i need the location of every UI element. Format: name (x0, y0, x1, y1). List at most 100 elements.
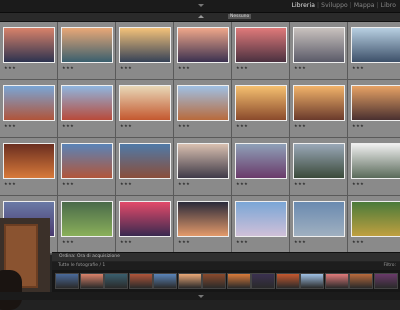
photo-cell[interactable]: ★★★ (174, 196, 232, 254)
star-rating[interactable]: ★★★ (120, 181, 132, 186)
star-rating[interactable]: ★★★ (120, 123, 132, 128)
photo-thumbnail[interactable] (120, 28, 170, 62)
filmstrip-thumbnail[interactable] (276, 274, 299, 288)
star-rating[interactable]: ★★★ (4, 181, 16, 186)
photo-cell[interactable]: ★★★ (116, 138, 174, 196)
photo-cell[interactable]: ★★★ (348, 138, 400, 196)
photo-thumbnail[interactable] (4, 86, 54, 120)
photo-cell[interactable]: ★★★ (290, 138, 348, 196)
star-rating[interactable]: ★★★ (178, 123, 190, 128)
photo-thumbnail[interactable] (352, 86, 400, 120)
filmstrip-thumbnail[interactable] (374, 274, 397, 288)
photo-thumbnail[interactable] (62, 202, 112, 236)
photo-cell[interactable]: ★★★ (174, 138, 232, 196)
module-libro[interactable]: Libro (381, 2, 396, 9)
star-rating[interactable]: ★★★ (294, 123, 306, 128)
photo-thumbnail[interactable] (120, 86, 170, 120)
photo-cell[interactable]: ★★★ (348, 80, 400, 138)
star-rating[interactable]: ★★★ (4, 65, 16, 70)
filmstrip-thumbnail[interactable] (178, 274, 201, 288)
photo-cell[interactable]: ★★★ (0, 22, 58, 80)
photo-thumbnail[interactable] (178, 86, 228, 120)
source-path[interactable]: Tutte le fotografie / 1 (58, 263, 105, 268)
photo-cell[interactable]: ★★★ (58, 196, 116, 254)
photo-thumbnail[interactable] (236, 202, 286, 236)
photo-cell[interactable]: ★★★ (290, 80, 348, 138)
photo-cell[interactable]: ★★★ (348, 196, 400, 254)
photo-thumbnail[interactable] (62, 86, 112, 120)
photo-thumbnail[interactable] (62, 28, 112, 62)
star-rating[interactable]: ★★★ (294, 65, 306, 70)
photo-thumbnail[interactable] (236, 28, 286, 62)
photo-cell[interactable]: ★★★ (116, 22, 174, 80)
photo-thumbnail[interactable] (236, 86, 286, 120)
photo-thumbnail[interactable] (294, 86, 344, 120)
photo-thumbnail[interactable] (352, 28, 400, 62)
photo-thumbnail[interactable] (294, 202, 344, 236)
photo-thumbnail[interactable] (178, 202, 228, 236)
star-rating[interactable]: ★★★ (62, 123, 74, 128)
photo-cell[interactable]: ★★★ (174, 22, 232, 80)
sort-label[interactable]: Ordina: Ora di acquisizione (59, 254, 120, 259)
photo-thumbnail[interactable] (178, 144, 228, 178)
module-libreria[interactable]: Libreria (292, 2, 315, 9)
star-rating[interactable]: ★★★ (294, 239, 306, 244)
photo-cell[interactable]: ★★★ (174, 80, 232, 138)
star-rating[interactable]: ★★★ (178, 239, 190, 244)
filmstrip-thumbnail[interactable] (350, 274, 372, 288)
filmstrip-thumbnail[interactable] (325, 274, 348, 288)
photo-cell[interactable]: ★★★ (348, 22, 400, 80)
photo-cell[interactable]: ★★★ (116, 80, 174, 138)
photo-thumbnail[interactable] (120, 202, 170, 236)
photo-thumbnail[interactable] (178, 28, 228, 62)
photo-cell[interactable]: ★★★ (232, 196, 290, 254)
star-rating[interactable]: ★★★ (62, 65, 74, 70)
filmstrip-thumbnail[interactable] (56, 274, 78, 288)
star-rating[interactable]: ★★★ (236, 181, 248, 186)
filmstrip-thumbnail[interactable] (154, 274, 176, 288)
module-mappa[interactable]: Mappa (354, 2, 375, 9)
photo-thumbnail[interactable] (236, 144, 286, 178)
star-rating[interactable]: ★★★ (62, 181, 74, 186)
filmstrip-thumbnail[interactable] (301, 274, 323, 288)
photo-thumbnail[interactable] (4, 144, 54, 178)
star-rating[interactable]: ★★★ (352, 239, 364, 244)
filter-preset-label[interactable]: Nessuno (228, 14, 252, 19)
star-rating[interactable]: ★★★ (178, 65, 190, 70)
photo-cell[interactable]: ★★★ (0, 80, 58, 138)
photo-thumbnail[interactable] (294, 28, 344, 62)
filmstrip-thumbnail[interactable] (80, 274, 103, 288)
filmstrip-thumbnail[interactable] (227, 274, 250, 288)
photo-thumbnail[interactable] (352, 144, 400, 178)
star-rating[interactable]: ★★★ (236, 239, 248, 244)
star-rating[interactable]: ★★★ (236, 65, 248, 70)
photo-thumbnail[interactable] (62, 144, 112, 178)
photo-cell[interactable]: ★★★ (232, 138, 290, 196)
filmstrip-thumbnail[interactable] (252, 274, 274, 288)
photo-cell[interactable]: ★★★ (290, 22, 348, 80)
photo-cell[interactable]: ★★★ (290, 196, 348, 254)
module-sviluppo[interactable]: Sviluppo (321, 2, 348, 9)
photo-cell[interactable]: ★★★ (232, 80, 290, 138)
star-rating[interactable]: ★★★ (352, 181, 364, 186)
collapse-top-panel-icon[interactable] (198, 4, 204, 7)
filmstrip-thumbnail[interactable] (105, 274, 127, 288)
photo-thumbnail[interactable] (4, 28, 54, 62)
photo-cell[interactable]: ★★★ (116, 196, 174, 254)
star-rating[interactable]: ★★★ (294, 181, 306, 186)
star-rating[interactable]: ★★★ (236, 123, 248, 128)
filmstrip-thumbnail[interactable] (129, 274, 152, 288)
photo-thumbnail[interactable] (352, 202, 400, 236)
photo-cell[interactable]: ★★★ (0, 138, 58, 196)
photo-cell[interactable]: ★★★ (232, 22, 290, 80)
photo-thumbnail[interactable] (294, 144, 344, 178)
photo-cell[interactable]: ★★★ (58, 138, 116, 196)
collapse-filmstrip-icon[interactable] (198, 295, 204, 298)
star-rating[interactable]: ★★★ (4, 123, 16, 128)
star-rating[interactable]: ★★★ (178, 181, 190, 186)
photo-thumbnail[interactable] (120, 144, 170, 178)
expand-filter-bar-icon[interactable] (198, 15, 204, 18)
photo-cell[interactable]: ★★★ (58, 80, 116, 138)
star-rating[interactable]: ★★★ (62, 239, 74, 244)
star-rating[interactable]: ★★★ (120, 239, 132, 244)
